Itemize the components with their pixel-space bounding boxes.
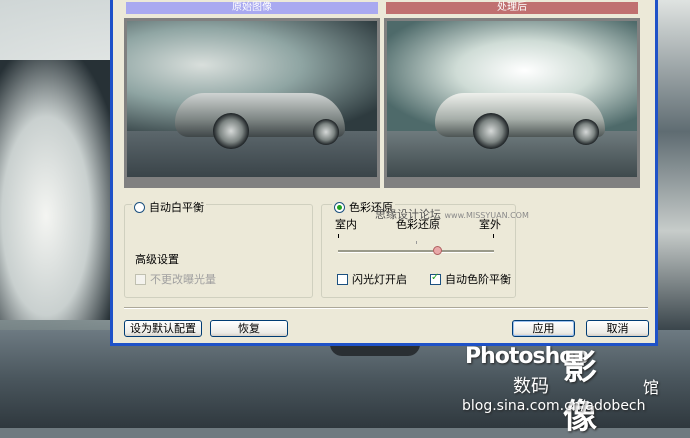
flash-on-option[interactable]: 闪光灯开启 [335,271,409,287]
processed-car-photo [387,21,637,177]
color-correction-dialog: 原始图像 处理后 自动白平衡 高级设置 不更改曝光量 色彩还原 室内 色彩还原 … [110,0,658,346]
set-default-button[interactable]: 设为默认配置 [124,320,202,337]
no-exposure-change-label: 不更改曝光量 [150,273,216,286]
auto-white-balance-radio[interactable] [134,201,145,213]
slider-center-tick [416,241,417,244]
auto-levels-checkbox[interactable] [430,272,441,285]
color-restore-radio[interactable] [334,201,345,213]
slider-label-indoor: 室内 [335,218,357,231]
logo-shuma: 数码 [513,376,549,397]
no-exposure-change-option[interactable]: 不更改曝光量 [133,271,218,287]
auto-white-balance-option[interactable]: 自动白平衡 [132,199,206,215]
background-cloud-left [0,60,115,320]
apply-button[interactable]: 应用 [512,320,575,337]
restore-button[interactable]: 恢复 [210,320,288,337]
no-exposure-change-checkbox[interactable] [135,273,146,285]
original-car-photo [127,21,377,177]
logo-yingxiang: 影像 [563,348,597,437]
original-image-label: 原始图像 [126,2,378,14]
slider-right-tick [493,234,494,238]
auto-levels-option[interactable]: 自动色阶平衡 [428,271,513,287]
forum-watermark: 思缘设计论坛 www.MISSYUAN.COM [375,206,529,222]
color-restore-slider-track[interactable] [338,250,494,253]
auto-white-balance-label: 自动白平衡 [149,201,204,214]
auto-levels-label: 自动色阶平衡 [445,273,511,286]
processed-image-preview [384,18,640,188]
dialog-separator [124,307,648,309]
flash-on-checkbox[interactable] [337,273,348,285]
blog-url: blog.sina.com.cn/adobech [462,398,646,414]
original-image-preview [124,18,380,188]
advanced-settings-title: 高级设置 [135,253,179,266]
photoshop-logo: Photoshop 影像 数码 馆 [465,344,659,437]
processed-image-label: 处理后 [386,2,638,14]
cancel-button[interactable]: 取消 [586,320,649,337]
flash-on-label: 闪光灯开启 [352,273,407,286]
watermark-cn: 思缘设计论坛 [375,208,441,221]
logo-guan: 馆 [643,378,660,397]
background-cloud-right [655,0,690,330]
watermark-url: www.MISSYUAN.COM [444,211,529,220]
slider-left-tick [338,234,339,238]
